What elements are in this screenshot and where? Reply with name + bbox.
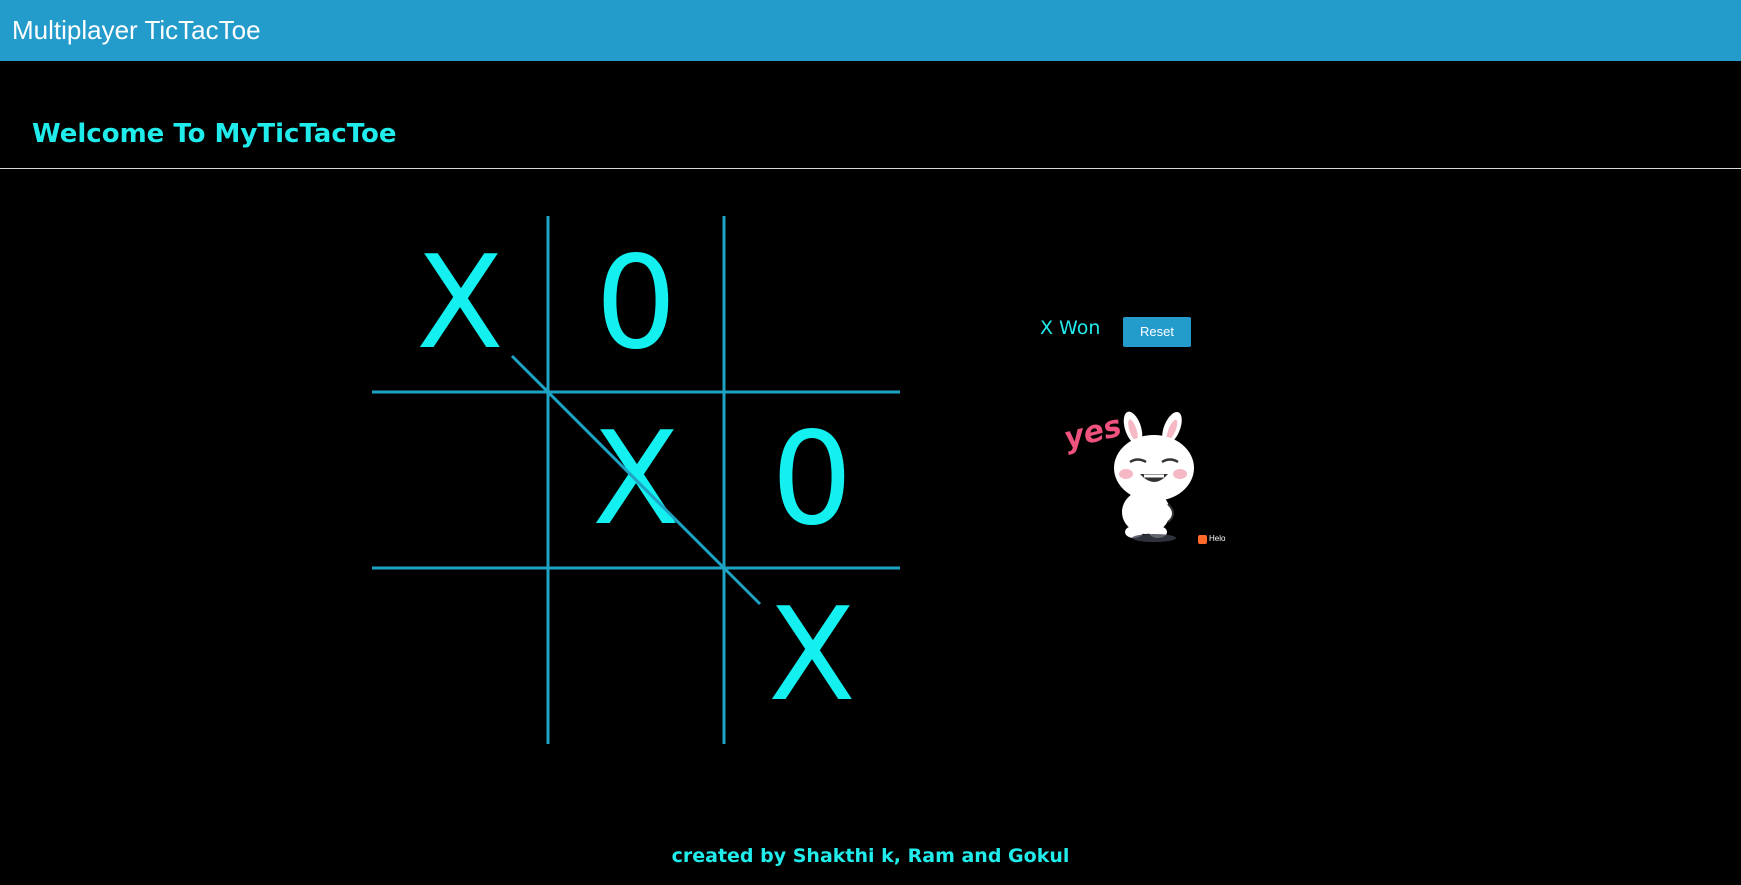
cell-2-2[interactable]: X [724,568,900,744]
cell-1-1[interactable]: X [548,392,724,568]
helo-logo-icon [1198,534,1207,544]
helo-watermark: Helo [1198,532,1225,546]
cell-2-0[interactable] [372,568,548,744]
welcome-heading: Welcome To MyTicTacToe [32,119,397,149]
cell-0-2[interactable] [724,216,900,392]
cell-1-2[interactable]: 0 [724,392,900,568]
cell-1-0[interactable] [372,392,548,568]
celebration-sticker: yes Helo [1060,404,1240,554]
helo-brand-text: Helo [1209,534,1226,543]
app-title: Multiplayer TicTacToe [12,15,261,45]
game-board: X 0 X 0 X [372,216,900,744]
game-status: X Won [1040,317,1101,339]
app-bar: Multiplayer TicTacToe [0,0,1741,61]
cell-0-1[interactable]: 0 [548,216,724,392]
footer-credits: created by Shakthi k, Ram and Gokul [671,845,1070,867]
cell-0-0[interactable]: X [372,216,548,392]
cell-2-1[interactable] [548,568,724,744]
divider [0,168,1741,169]
reset-button[interactable]: Reset [1123,317,1191,347]
